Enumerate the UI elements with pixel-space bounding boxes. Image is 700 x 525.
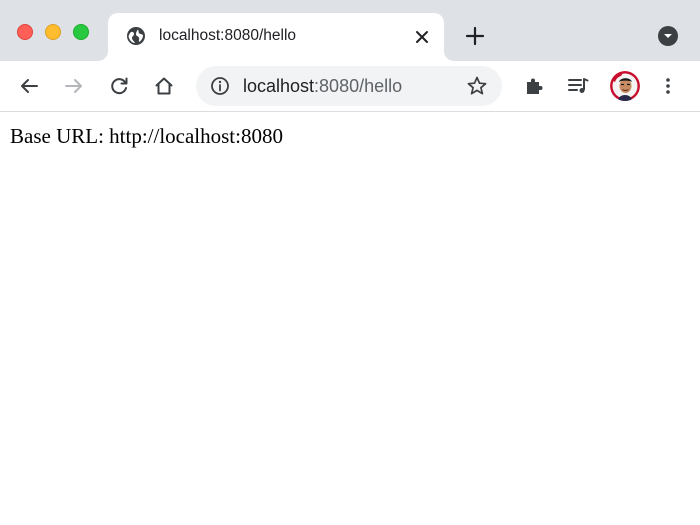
reload-icon[interactable] xyxy=(108,75,130,97)
tab-close-icon[interactable] xyxy=(412,27,432,47)
new-tab-button[interactable] xyxy=(463,24,487,48)
back-arrow-icon[interactable] xyxy=(18,75,40,97)
base-url-text: Base URL: http://localhost:8080 xyxy=(10,124,283,148)
url-path: :8080/hello xyxy=(314,76,403,96)
forward-arrow-icon[interactable] xyxy=(63,75,85,97)
tab-strip: localhost:8080/hello xyxy=(0,0,700,61)
window-close-button[interactable] xyxy=(17,24,33,40)
address-bar[interactable]: localhost:8080/hello xyxy=(196,66,502,106)
avatar-image xyxy=(610,71,640,101)
toolbar: localhost:8080/hello xyxy=(0,61,700,112)
address-bar-url[interactable]: localhost:8080/hello xyxy=(243,76,402,97)
url-host: localhost xyxy=(243,76,315,96)
tab-title: localhost:8080/hello xyxy=(159,27,297,44)
window-maximize-button[interactable] xyxy=(73,24,89,40)
browser-window: localhost:8080/hello localhost:8080/hell… xyxy=(0,0,700,525)
media-queue-icon[interactable] xyxy=(567,75,589,97)
chevron-down-icon xyxy=(664,34,672,38)
star-icon[interactable] xyxy=(466,75,488,97)
page-content: Base URL: http://localhost:8080 xyxy=(0,112,700,525)
globe-icon xyxy=(127,27,145,45)
profile-avatar[interactable] xyxy=(610,71,640,101)
info-icon[interactable] xyxy=(210,76,230,96)
more-vert-icon[interactable] xyxy=(657,75,679,97)
extensions-icon[interactable] xyxy=(523,75,545,97)
window-minimize-button[interactable] xyxy=(45,24,61,40)
tab-active[interactable]: localhost:8080/hello xyxy=(108,13,444,61)
home-icon[interactable] xyxy=(153,75,175,97)
tab-search-button[interactable] xyxy=(658,26,678,46)
